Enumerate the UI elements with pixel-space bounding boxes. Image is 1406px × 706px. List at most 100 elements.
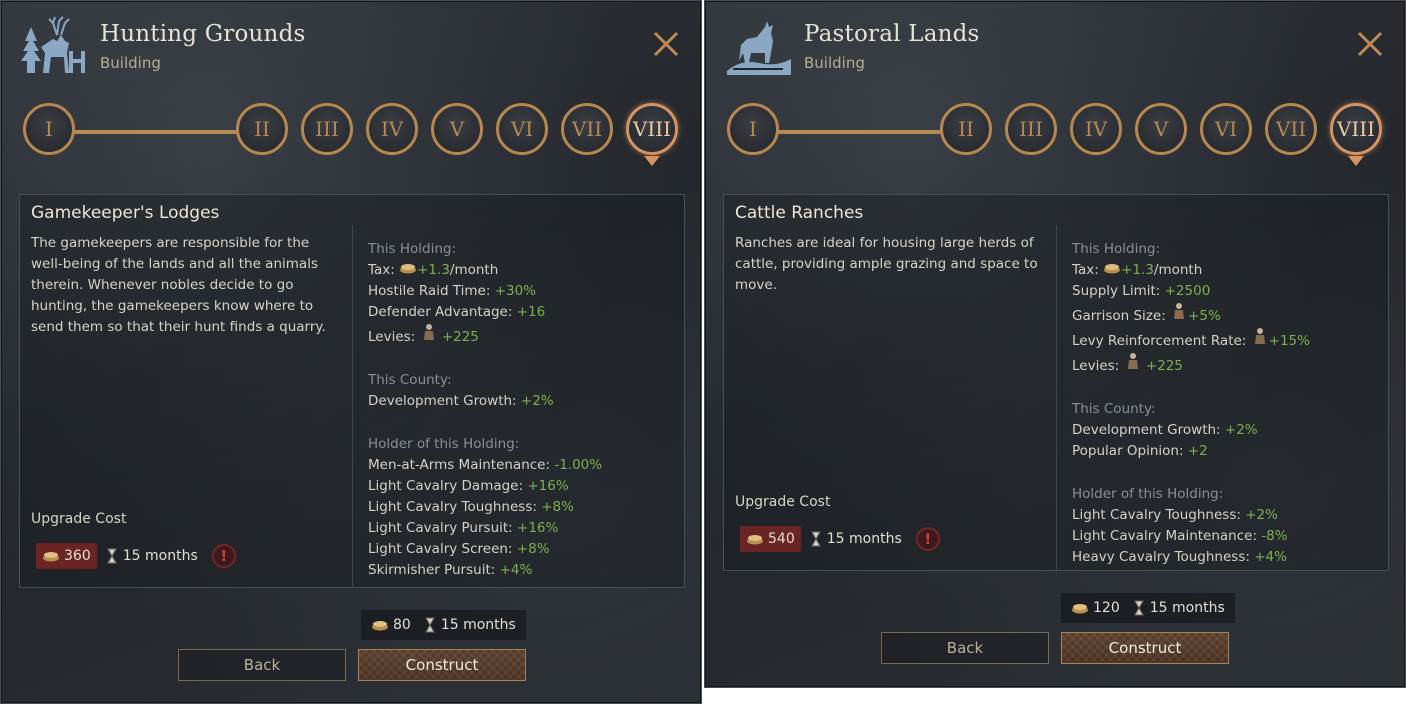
this-holding-heading: This Holding: <box>1072 241 1161 257</box>
effect-row: Light Cavalry Screen: +8% <box>368 541 550 557</box>
soldier-icon <box>1127 353 1138 369</box>
close-icon[interactable] <box>1353 27 1387 61</box>
level-track: I II III IV V VI VII VIII <box>21 101 683 171</box>
level-info-box: Cattle Ranches Ranches are ideal for hou… <box>723 194 1389 571</box>
level-5[interactable]: V <box>1135 103 1187 155</box>
warning-icon[interactable]: ! <box>915 527 940 551</box>
upgrade-cost-row: 360 15 months ! <box>36 543 236 569</box>
hourglass-icon <box>1133 600 1144 616</box>
selected-level-pointer <box>644 156 660 166</box>
effect-row: Development Growth: +2% <box>368 393 554 409</box>
effects-list: This Holding: Tax: +1.3/month Hostile Ra… <box>368 239 678 581</box>
effect-row: Men-at-Arms Maintenance: -1.00% <box>368 457 603 473</box>
level-4[interactable]: IV <box>366 103 418 155</box>
construct-time: 15 months <box>1149 600 1225 616</box>
back-button[interactable]: Back <box>178 649 346 681</box>
soldier-icon <box>1174 303 1185 319</box>
building-panel-hunting-grounds: Hunting Grounds Building I II III IV V V… <box>0 0 702 704</box>
level-1[interactable]: I <box>727 103 779 155</box>
panel-title: Hunting Grounds <box>100 21 306 47</box>
effect-row: Skirmisher Pursuit: +4% <box>368 562 533 578</box>
level-5[interactable]: V <box>431 103 483 155</box>
effect-row: Light Cavalry Toughness: +8% <box>368 499 574 515</box>
level-6[interactable]: VI <box>496 103 548 155</box>
level-2[interactable]: II <box>940 103 992 155</box>
effect-row: Levies: +225 <box>1072 352 1382 377</box>
effect-row: Light Cavalry Pursuit: +16% <box>368 520 559 536</box>
level-description: The gamekeepers are responsible for the … <box>31 235 326 335</box>
effect-row: Development Growth: +2% <box>1072 422 1258 438</box>
deer-tree-icon <box>21 16 85 73</box>
info-divider <box>1056 225 1057 570</box>
level-4[interactable]: IV <box>1070 103 1122 155</box>
effect-row: Levy Reinforcement Rate: +15% <box>1072 327 1382 352</box>
construct-cost: 80 15 months <box>361 610 526 640</box>
upgrade-time: 15 months <box>122 548 198 564</box>
this-county-heading: This County: <box>1072 401 1156 417</box>
level-8-selected[interactable]: VIII <box>626 103 678 155</box>
soldier-icon <box>1254 328 1265 344</box>
effect-row: Light Cavalry Toughness: +2% <box>1072 507 1278 523</box>
holder-heading: Holder of this Holding: <box>1072 486 1224 502</box>
panel-title: Pastoral Lands <box>804 21 980 47</box>
level-name: Gamekeeper's Lodges <box>31 203 220 223</box>
cattle-icon <box>727 21 791 75</box>
info-divider <box>352 225 353 587</box>
back-button[interactable]: Back <box>881 632 1049 664</box>
effect-row: Tax: +1.3/month <box>1072 262 1203 278</box>
level-track-line <box>755 130 965 134</box>
effect-row: Defender Advantage: +16 <box>368 304 546 320</box>
level-3[interactable]: III <box>1005 103 1057 155</box>
panel-subtitle: Building <box>100 54 161 72</box>
this-county-heading: This County: <box>368 372 452 388</box>
effect-row: Light Cavalry Maintenance: -8% <box>1072 528 1288 544</box>
construct-cost: 120 15 months <box>1061 593 1235 623</box>
upgrade-cost-row: 540 15 months ! <box>740 526 940 552</box>
level-7[interactable]: VII <box>561 103 613 155</box>
effect-row: Supply Limit: +2500 <box>1072 283 1211 299</box>
hourglass-icon <box>106 548 117 564</box>
upgrade-gold-cost: 360 <box>36 543 97 569</box>
gold-coins-icon <box>1072 604 1088 614</box>
effect-row: Garrison Size: +5% <box>1072 302 1382 327</box>
this-holding-heading: This Holding: <box>368 241 457 257</box>
effect-row: Levies: +225 <box>368 323 678 348</box>
level-name: Cattle Ranches <box>735 203 864 223</box>
effect-row: Hostile Raid Time: +30% <box>368 283 537 299</box>
gold-coins-icon <box>43 552 59 562</box>
effect-row: Tax: +1.3/month <box>368 262 499 278</box>
soldier-icon <box>423 324 434 340</box>
construct-button[interactable]: Construct <box>358 649 526 681</box>
close-icon[interactable] <box>649 27 683 61</box>
effect-row: Popular Opinion: +2 <box>1072 443 1208 459</box>
panel-subtitle: Building <box>804 54 865 72</box>
hourglass-icon <box>424 617 435 633</box>
level-8-selected[interactable]: VIII <box>1330 103 1382 155</box>
effects-list: This Holding: Tax: +1.3/month Supply Lim… <box>1072 239 1382 568</box>
construct-gold: 80 <box>393 617 411 633</box>
level-track-line <box>51 130 261 134</box>
level-7[interactable]: VII <box>1265 103 1317 155</box>
gold-coins-icon <box>400 264 417 274</box>
construct-button[interactable]: Construct <box>1061 632 1229 664</box>
level-3[interactable]: III <box>301 103 353 155</box>
warning-icon[interactable]: ! <box>211 544 236 568</box>
selected-level-pointer <box>1348 156 1364 166</box>
hourglass-icon <box>810 531 821 547</box>
level-track: I II III IV V VI VII VIII <box>725 101 1387 171</box>
level-info-box: Gamekeeper's Lodges The gamekeepers are … <box>19 194 685 588</box>
construct-gold: 120 <box>1093 600 1120 616</box>
holder-heading: Holder of this Holding: <box>368 436 520 452</box>
building-panel-pastoral-lands: Pastoral Lands Building I II III IV V VI… <box>704 0 1406 688</box>
level-2[interactable]: II <box>236 103 288 155</box>
effect-row: Light Cavalry Damage: +16% <box>368 478 569 494</box>
gold-coins-icon <box>372 621 388 631</box>
level-1[interactable]: I <box>23 103 75 155</box>
effect-row: Heavy Cavalry Toughness: +4% <box>1072 549 1287 565</box>
upgrade-time: 15 months <box>826 531 902 547</box>
construct-time: 15 months <box>440 617 516 633</box>
level-6[interactable]: VI <box>1200 103 1252 155</box>
level-description: Ranches are ideal for housing large herd… <box>735 235 1038 293</box>
gold-coins-icon <box>747 535 763 545</box>
upgrade-cost-label: Upgrade Cost <box>31 511 127 527</box>
